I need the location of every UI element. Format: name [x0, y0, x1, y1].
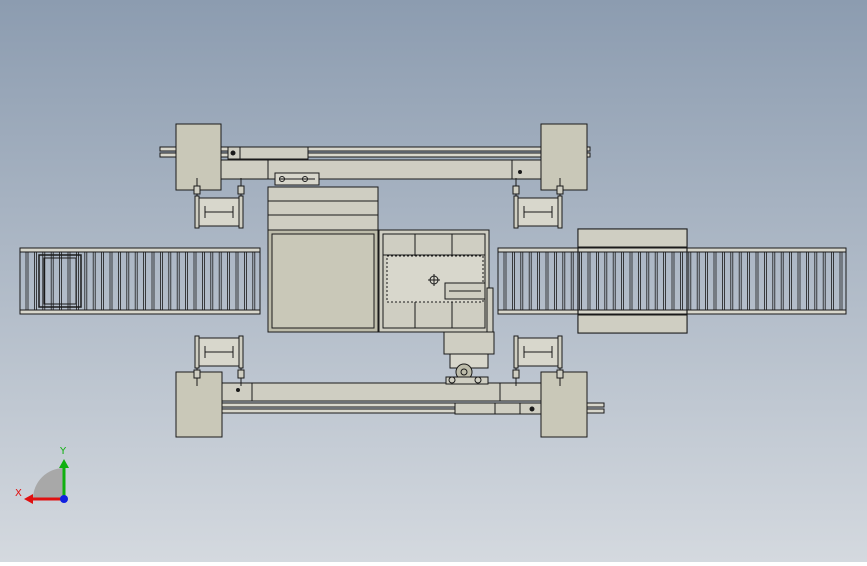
- bottom-right-end-block: [540, 371, 588, 438]
- top-left-end-block: [175, 123, 222, 191]
- top-right-end-block: [540, 123, 588, 191]
- bottom-left-end-block: [175, 371, 223, 438]
- cad-viewport[interactable]: X Y: [0, 0, 867, 562]
- bottom-beam: [220, 382, 543, 402]
- central-press-unit[interactable]: [267, 186, 379, 333]
- z-axis-dot: [60, 495, 68, 503]
- top-rail-bar-2: [159, 152, 591, 158]
- press-top-housing: [267, 186, 379, 231]
- top-beam: [220, 159, 543, 180]
- station-motor-plate: [443, 331, 495, 355]
- top-rail-bar-1: [159, 146, 591, 152]
- bottom-slider-block: [454, 402, 542, 415]
- cad-canvas[interactable]: X Y: [0, 0, 867, 562]
- x-axis-label: X: [15, 488, 22, 499]
- y-axis-label: Y: [59, 446, 67, 457]
